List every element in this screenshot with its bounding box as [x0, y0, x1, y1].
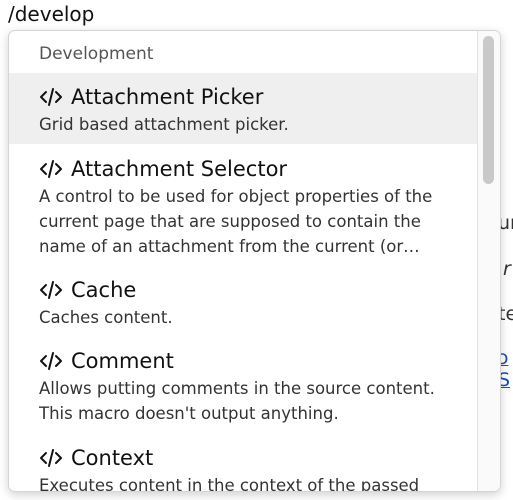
suggestion-description-line: This macro doesn't output anything. — [39, 404, 339, 423]
suggestion-list: Attachment Picker Grid based attachment … — [9, 73, 477, 492]
suggestion-description: Caches content. — [39, 308, 173, 327]
suggestion-description-line: name of an attachment from the current (… — [39, 237, 420, 256]
suggestion-item-attachment-picker[interactable]: Attachment Picker Grid based attachment … — [9, 73, 477, 144]
background-text-fragment: r — [503, 258, 511, 280]
suggestion-item-context[interactable]: Context Executes content in the context … — [9, 433, 477, 492]
suggestion-description-line: Allows putting comments in the source co… — [39, 379, 435, 398]
suggestion-item-comment[interactable]: Comment Allows putting comments in the s… — [9, 336, 477, 433]
code-icon — [40, 88, 62, 106]
suggestion-description-line: current page that are supposed to contai… — [39, 212, 421, 231]
suggestion-title: Context — [71, 446, 154, 470]
group-header: Development — [39, 44, 154, 64]
code-icon — [40, 449, 62, 467]
suggestion-title: Attachment Picker — [71, 85, 264, 109]
macro-suggestion-dropdown: Development Attachment Picker Grid based… — [8, 30, 501, 492]
suggestion-description: Executes content in the context of the p… — [39, 476, 420, 492]
suggestion-item-cache[interactable]: Cache Caches content. — [9, 265, 477, 336]
suggestion-title: Comment — [71, 349, 174, 373]
suggestion-description-line: A control to be used for object properti… — [39, 187, 433, 206]
code-icon — [40, 352, 62, 370]
editor-query-text[interactable]: /develop — [8, 2, 94, 26]
scrollbar-thumb[interactable] — [483, 36, 494, 184]
code-icon — [40, 281, 62, 299]
suggestion-title: Cache — [71, 278, 137, 302]
dropdown-scrollbar[interactable] — [477, 31, 500, 491]
suggestion-item-attachment-selector[interactable]: Attachment Selector A control to be used… — [9, 144, 477, 265]
code-icon — [40, 160, 62, 178]
suggestion-description: Grid based attachment picker. — [39, 115, 289, 134]
suggestion-title: Attachment Selector — [71, 157, 288, 181]
